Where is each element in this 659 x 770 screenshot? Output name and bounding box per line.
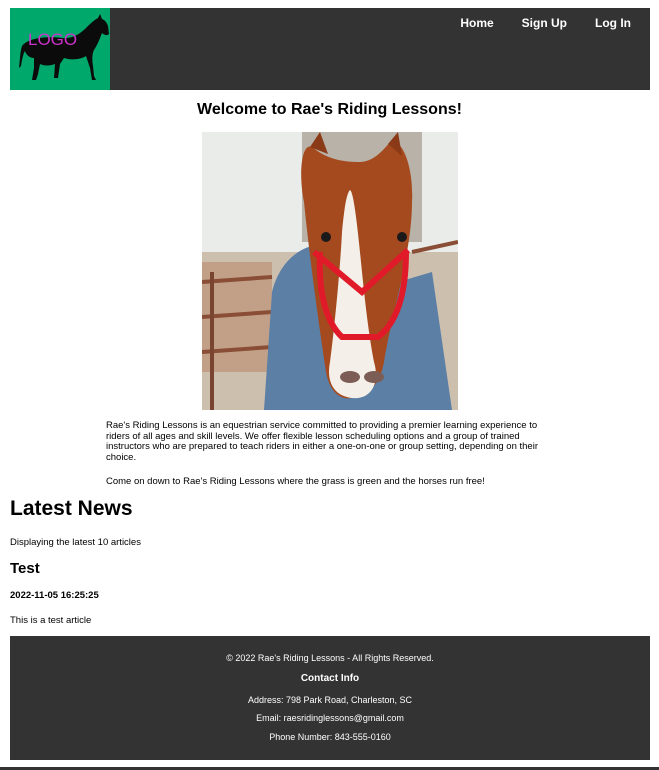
article-date: 2022-11-05 16:25:25	[10, 590, 99, 601]
footer-phone: Phone Number: 843-555-0160	[269, 732, 391, 742]
intro-paragraph-1: Rae's Riding Lessons is an equestrian se…	[106, 420, 538, 463]
footer-copyright: © 2022 Rae's Riding Lessons - All Rights…	[226, 653, 434, 663]
article-title: Test	[10, 560, 40, 577]
footer-contact-heading: Contact Info	[300, 673, 360, 684]
footer-address: Address: 798 Park Road, Charleston, SC	[247, 695, 413, 705]
horse-photo	[202, 132, 458, 410]
nav-sign-up-link[interactable]: Sign Up	[503, 16, 576, 30]
logo-text: LOGO	[28, 30, 78, 49]
site-header: LOGO Home Sign Up Log In	[10, 8, 650, 90]
site-footer: © 2022 Rae's Riding Lessons - All Rights…	[10, 636, 650, 760]
intro-paragraph-2: Come on down to Rae's Riding Lessons whe…	[106, 476, 485, 487]
nav-log-in-link[interactable]: Log In	[576, 16, 640, 30]
nav-home-link[interactable]: Home	[441, 16, 502, 30]
footer-email: Email: raesridinglessons@gmail.com	[256, 713, 404, 723]
latest-news-heading: Latest News	[10, 497, 133, 520]
latest-news-subtitle: Displaying the latest 10 articles	[10, 537, 141, 548]
top-nav: Home Sign Up Log In	[441, 16, 640, 30]
logo[interactable]: LOGO	[10, 8, 110, 90]
article-body: This is a test article	[10, 615, 92, 626]
intro-text: Rae's Riding Lessons is an equestrian se…	[106, 420, 561, 502]
page-title: Welcome to Rae's Riding Lessons!	[197, 101, 462, 118]
